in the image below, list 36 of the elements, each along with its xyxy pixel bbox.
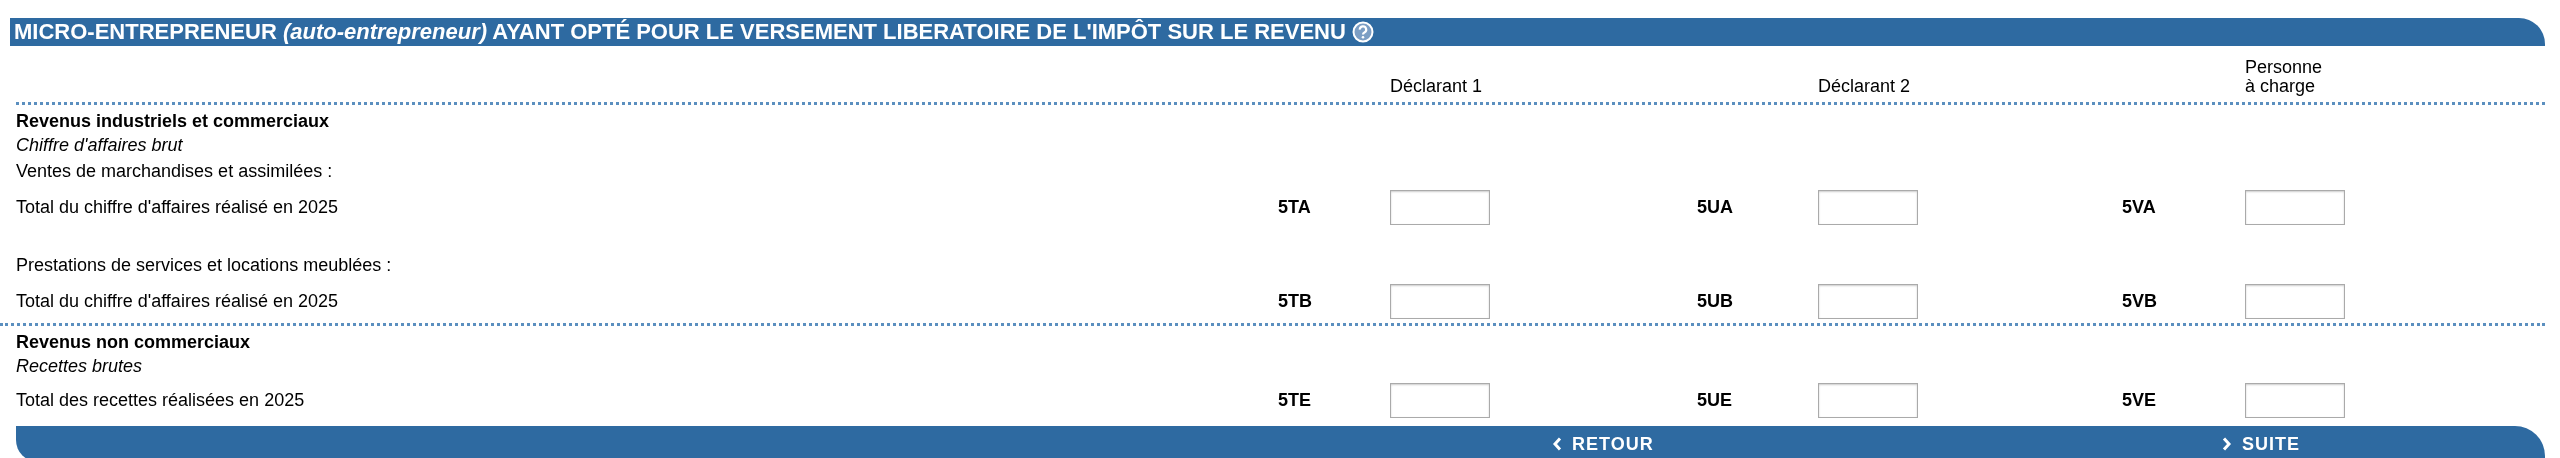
line-label: Total du chiffre d'affaires réalisé en 2025: [16, 196, 339, 218]
line-label: Total du chiffre d'affaires réalisé en 2025: [16, 290, 339, 312]
amount-field[interactable]: [1390, 382, 1490, 418]
amount-field[interactable]: [2245, 189, 2345, 225]
section-subheading: Recettes brutes: [16, 355, 144, 378]
amount-field[interactable]: [1390, 189, 1490, 225]
line-label: Total des recettes réalisées en 2025: [16, 389, 306, 411]
amount-field[interactable]: [1818, 283, 1918, 319]
amount-field[interactable]: [1390, 283, 1490, 319]
box-code: 5UB: [1697, 290, 1734, 312]
box-code: 5UA: [1697, 196, 1734, 218]
section-title: MICRO-ENTREPRENEUR (auto-entrepreneur) AYANT OPTÉ POUR LE VERSEMENT LIBERATOIRE DE L'IMPÔT SUR LE REVENU: [14, 19, 1346, 45]
box-code: 5UE: [1697, 389, 1733, 411]
help-icon[interactable]: [1351, 21, 1374, 43]
section-heading: Revenus non commerciaux: [16, 331, 252, 354]
line-label: Prestations de services et locations meublées :: [16, 254, 393, 277]
chevron-left-icon: [1552, 437, 1562, 451]
amount-field[interactable]: [1818, 382, 1918, 418]
chevron-right-icon: [2222, 437, 2232, 451]
box-code: 5TA: [1278, 196, 1312, 218]
column-header: Déclarant 2: [1818, 77, 1912, 98]
box-code: 5VB: [2122, 290, 2158, 312]
next-button[interactable]: SUITE: [2216, 433, 2306, 455]
box-code: 5VE: [2122, 389, 2158, 411]
amount-field[interactable]: [2245, 382, 2345, 418]
amount-field[interactable]: [2245, 283, 2345, 319]
amount-field[interactable]: [1818, 189, 1918, 225]
column-header: Déclarant 1: [1390, 77, 1484, 98]
box-code: 5TE: [1278, 389, 1312, 411]
section-subheading: Chiffre d'affaires brut: [16, 134, 184, 157]
line-label: Ventes de marchandises et assimilées :: [16, 160, 334, 183]
back-button[interactable]: RETOUR: [1546, 433, 1660, 455]
column-header: Personne à charge: [2245, 58, 2324, 98]
box-code: 5VA: [2122, 196, 2157, 218]
box-code: 5TB: [1278, 290, 1313, 312]
section-heading: Revenus industriels et commerciaux: [16, 110, 331, 133]
